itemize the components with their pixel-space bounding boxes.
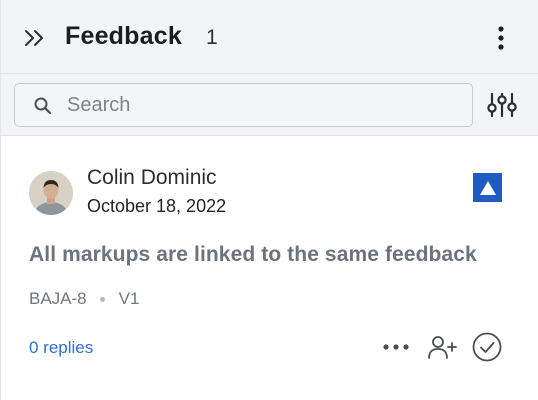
filter-button[interactable]: [485, 90, 519, 120]
search-box[interactable]: [14, 83, 473, 127]
feedback-meta: BAJA-8 V1: [29, 289, 139, 309]
markup-type-badge[interactable]: [473, 173, 502, 202]
panel-header: Feedback 1: [1, 0, 538, 74]
search-icon: [34, 97, 52, 115]
sliders-icon: [487, 92, 517, 118]
feedback-date: October 18, 2022: [87, 196, 227, 216]
vertical-ellipsis-icon: [498, 26, 504, 50]
panel-title: Feedback: [65, 22, 182, 50]
add-person-icon: [428, 336, 457, 359]
collapse-panel-button[interactable]: [21, 26, 49, 50]
feedback-text: All markups are linked to the same feedb…: [29, 243, 477, 266]
author-name: Colin Dominic: [87, 166, 217, 189]
reference-id: BAJA-8: [29, 289, 87, 308]
version-label: V1: [118, 289, 140, 308]
separator-dot: [99, 296, 105, 302]
double-chevron-right-icon: [25, 30, 43, 46]
more-actions-button[interactable]: [379, 330, 413, 364]
search-bar: [1, 74, 538, 136]
panel-menu-button[interactable]: [489, 24, 513, 52]
search-input[interactable]: [67, 84, 467, 126]
resolve-button[interactable]: [470, 330, 504, 364]
feedback-panel: Feedback 1 Search Colin Dominic October …: [0, 0, 538, 400]
feedback-count: 1: [206, 26, 218, 49]
replies-link[interactable]: 0 replies: [29, 338, 93, 358]
triangle-markup-icon: [479, 180, 496, 195]
more-icon: [383, 344, 409, 350]
resolve-check-icon: [472, 332, 502, 362]
add-assignee-button[interactable]: [425, 330, 459, 364]
avatar: [29, 171, 73, 215]
feedback-card[interactable]: Colin Dominic October 18, 2022 All marku…: [1, 137, 538, 400]
